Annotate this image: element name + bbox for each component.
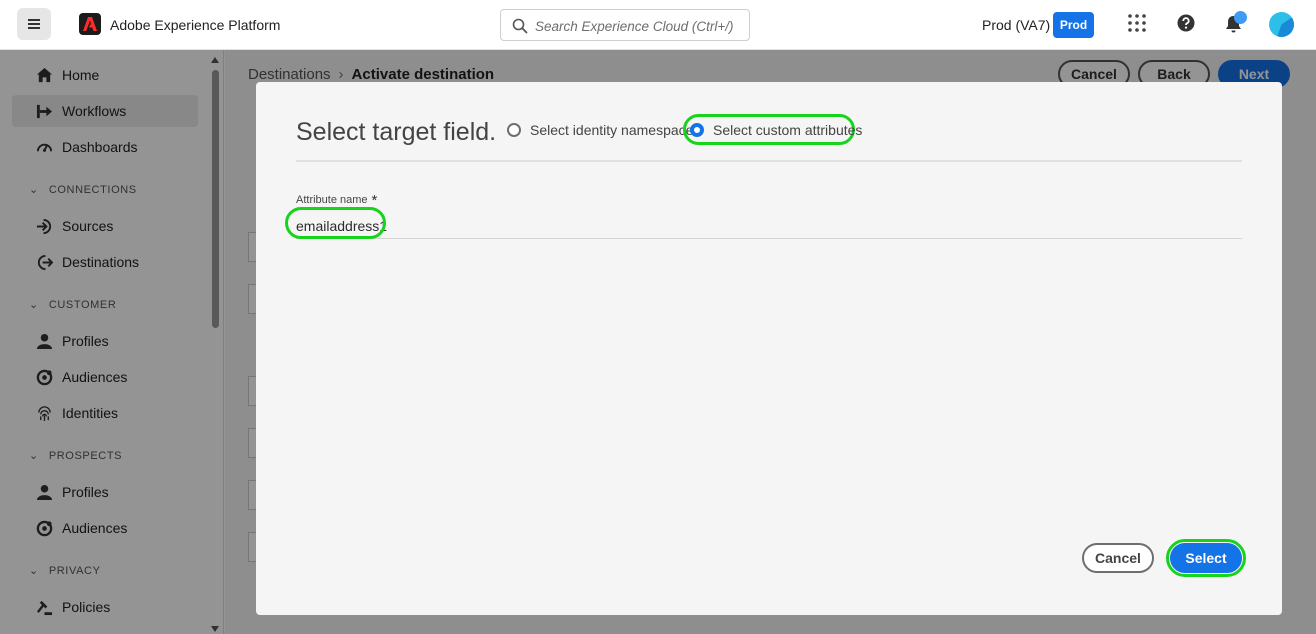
dialog-title: Select target field. (296, 118, 497, 146)
avatar-icon (1277, 16, 1294, 37)
dialog-cancel-button[interactable]: Cancel (1082, 543, 1154, 573)
notification-badge (1234, 11, 1247, 24)
top-header: Adobe Experience Platform Prod (VA7) Pro… (0, 0, 1316, 50)
apps-grid-icon[interactable] (1128, 14, 1146, 32)
help-icon[interactable] (1177, 14, 1195, 32)
highlight-attribute-value (285, 207, 386, 239)
sandbox-badge[interactable]: Prod (1053, 12, 1094, 38)
search-input[interactable] (535, 16, 740, 36)
radio-label-identity-namespace[interactable]: Select identity namespace (530, 122, 693, 138)
user-avatar[interactable] (1269, 12, 1294, 37)
radio-identity-namespace[interactable] (507, 123, 521, 137)
dialog-divider (296, 160, 1242, 162)
menu-toggle-button[interactable] (17, 8, 51, 40)
adobe-logo[interactable] (79, 13, 101, 35)
org-switcher[interactable]: Prod (VA7) (982, 17, 1050, 33)
radio-custom-attributes[interactable] (690, 123, 704, 137)
adobe-logo-icon (83, 17, 97, 31)
radio-label-custom-attributes[interactable]: Select custom attributes (713, 122, 862, 138)
search-icon (512, 18, 528, 34)
hamburger-icon (28, 19, 40, 21)
attribute-name-input[interactable] (296, 213, 1242, 239)
app-title[interactable]: Adobe Experience Platform (110, 17, 280, 33)
select-target-field-dialog: Select target field. Select identity nam… (256, 82, 1282, 615)
dialog-select-button[interactable]: Select (1170, 543, 1242, 573)
global-search[interactable] (500, 9, 750, 41)
